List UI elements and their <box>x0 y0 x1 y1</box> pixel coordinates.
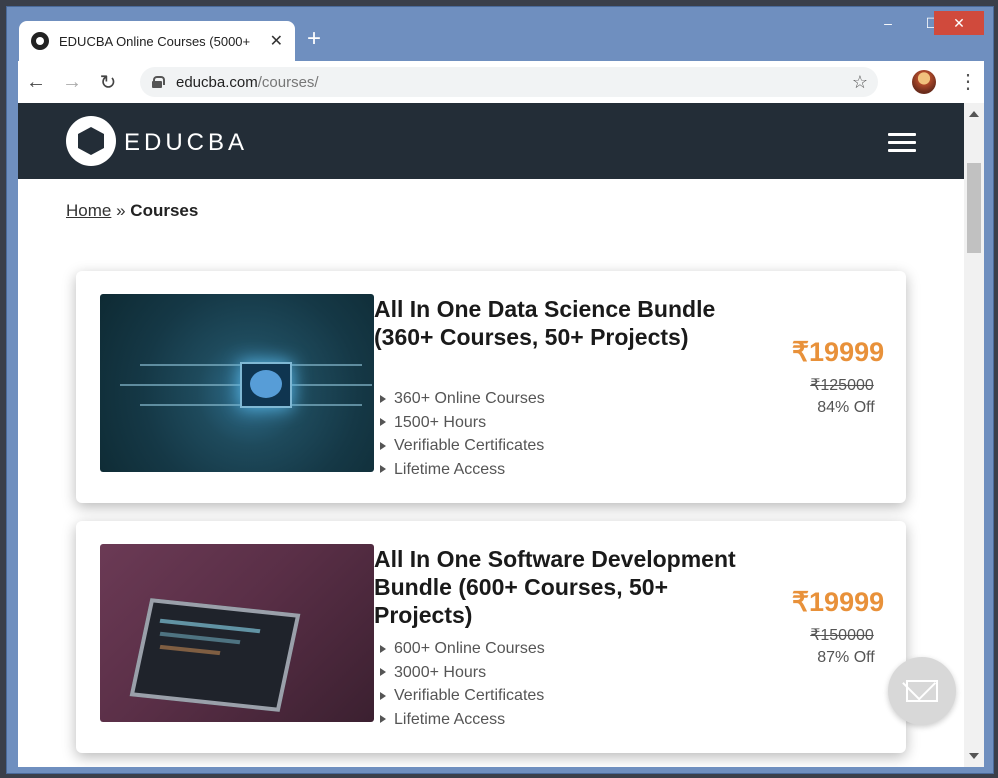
new-tab-button[interactable]: + <box>307 25 321 53</box>
course-thumbnail[interactable] <box>100 294 374 472</box>
lock-icon <box>152 76 165 88</box>
caret-right-icon <box>380 418 386 427</box>
feature-item: 600+ Online Courses <box>380 637 545 661</box>
educba-logo-icon[interactable] <box>66 116 116 166</box>
course-title[interactable]: All In One Software Development Bundle (… <box>374 545 744 629</box>
browser-toolbar: ← → ↻ educba.com/courses/ ☆ ⋮ <box>18 61 984 103</box>
scrollbar-thumb[interactable] <box>967 163 981 253</box>
site-header: EDUCBA <box>18 103 964 179</box>
forward-button[interactable]: → <box>54 64 90 100</box>
browser-tab[interactable]: EDUCBA Online Courses (5000+ ✕ <box>19 21 295 61</box>
window-minimize-button[interactable]: – <box>865 9 911 37</box>
window-close-button[interactable]: ✕ <box>934 11 984 35</box>
course-price: ₹19999 <box>791 337 885 367</box>
scroll-up-arrow-icon[interactable] <box>969 111 979 117</box>
caret-right-icon <box>380 668 386 677</box>
bookmark-star-icon[interactable]: ☆ <box>852 72 868 93</box>
course-card[interactable]: All In One Data Science Bundle (360+ Cou… <box>76 271 906 503</box>
caret-right-icon <box>380 441 386 450</box>
breadcrumb: Home » Courses <box>66 201 198 221</box>
feature-item: 360+ Online Courses <box>380 387 545 411</box>
scroll-down-arrow-icon[interactable] <box>969 753 979 759</box>
url-text: educba.com/courses/ <box>176 74 319 91</box>
course-title[interactable]: All In One Data Science Bundle (360+ Cou… <box>374 295 744 351</box>
back-button[interactable]: ← <box>18 64 54 100</box>
page-scrollbar[interactable] <box>964 103 984 767</box>
url-host: educba.com <box>176 73 258 91</box>
tab-close-icon[interactable]: ✕ <box>270 31 283 51</box>
caret-right-icon <box>380 644 386 653</box>
browser-menu-icon[interactable]: ⋮ <box>958 69 978 94</box>
mail-icon <box>906 680 938 702</box>
reload-button[interactable]: ↻ <box>90 64 126 100</box>
contact-mail-button[interactable] <box>888 657 956 725</box>
course-price: ₹19999 <box>791 587 885 617</box>
breadcrumb-separator: » <box>116 201 126 220</box>
feature-item: Verifiable Certificates <box>380 434 545 458</box>
tab-title: EDUCBA Online Courses (5000+ <box>59 33 251 49</box>
caret-right-icon <box>380 691 386 700</box>
feature-item: Verifiable Certificates <box>380 684 545 708</box>
course-features: 600+ Online Courses 3000+ Hours Verifiab… <box>380 637 545 731</box>
course-original-price: ₹150000 <box>810 627 874 644</box>
feature-item: Lifetime Access <box>380 708 545 732</box>
course-original-price: ₹125000 <box>810 377 874 394</box>
course-card[interactable]: All In One Software Development Bundle (… <box>76 521 906 753</box>
breadcrumb-current: Courses <box>130 201 199 220</box>
address-bar[interactable]: educba.com/courses/ ☆ <box>140 67 878 97</box>
breadcrumb-home-link[interactable]: Home <box>66 201 111 220</box>
page-viewport: EDUCBA Home » Courses All In One Data Sc… <box>18 103 984 767</box>
caret-right-icon <box>380 715 386 724</box>
feature-item: Lifetime Access <box>380 458 545 482</box>
course-thumbnail[interactable] <box>100 544 374 722</box>
url-path: /courses/ <box>257 73 319 91</box>
caret-right-icon <box>380 465 386 474</box>
course-discount: 84% Off <box>817 399 875 416</box>
hamburger-menu-icon[interactable] <box>888 133 916 157</box>
logo-text[interactable]: EDUCBA <box>124 129 248 157</box>
profile-avatar[interactable] <box>912 70 936 94</box>
feature-item: 1500+ Hours <box>380 411 545 435</box>
caret-right-icon <box>380 394 386 403</box>
course-discount: 87% Off <box>817 649 875 666</box>
course-features: 360+ Online Courses 1500+ Hours Verifiab… <box>380 387 545 481</box>
browser-window: EDUCBA Online Courses (5000+ ✕ + – ☐ ✕ ←… <box>6 6 994 774</box>
educba-favicon-icon <box>31 32 49 50</box>
feature-item: 3000+ Hours <box>380 661 545 685</box>
